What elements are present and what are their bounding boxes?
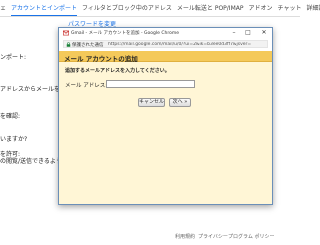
tab-partial[interactable]: ェ bbox=[0, 4, 6, 16]
window-title: Gmail - メール アカウントを追加 - Google Chrome bbox=[71, 31, 179, 36]
close-button[interactable]: ✕ bbox=[259, 28, 269, 38]
dialog-header: メール アカウントの追加 bbox=[59, 51, 272, 63]
check-mail-row-label: を確認: bbox=[0, 113, 21, 120]
secure-connection-label: 保護された通信 bbox=[72, 43, 104, 48]
maximize-button[interactable]: □ bbox=[243, 28, 253, 38]
dialog-instruction: 追加するメールアドレスを入力してください。 bbox=[65, 68, 170, 74]
dialog-body: 追加するメールアドレスを入力してください。 メール アドレス: キャンセル 次へ… bbox=[59, 62, 272, 204]
tabs-divider bbox=[0, 16, 300, 17]
question-row-label: いますか? bbox=[0, 136, 28, 143]
address-url: https://mail.google.com/mail/u/0/?ui=2&i… bbox=[108, 42, 252, 47]
import-row-label: ンポート: bbox=[0, 54, 27, 61]
tab-addons[interactable]: アドオン bbox=[248, 4, 272, 16]
footer-privacy-link[interactable]: プライバシー bbox=[198, 233, 228, 240]
cancel-button[interactable]: キャンセル bbox=[138, 98, 165, 107]
footer-program-policy-link[interactable]: プログラム ポリシー bbox=[228, 233, 274, 240]
minimize-button[interactable]: – bbox=[229, 28, 239, 38]
lock-icon bbox=[66, 42, 71, 47]
footer-terms-link[interactable]: 利用規約 bbox=[175, 233, 195, 240]
tab-filters[interactable]: フィルタとブロック中のアドレス bbox=[82, 4, 172, 16]
address-bar[interactable]: 保護された通信 https://mail.google.com/mail/u/0… bbox=[63, 40, 268, 48]
next-button[interactable]: 次へ » bbox=[169, 98, 191, 107]
tab-forwarding[interactable]: メール転送と POP/IMAP bbox=[177, 4, 244, 16]
window-titlebar[interactable]: Gmail - メール アカウントを追加 - Google Chrome – □… bbox=[59, 28, 272, 38]
settings-tabs: ェ アカウントとインポート フィルタとブロック中のアドレス メール転送と POP… bbox=[0, 4, 320, 16]
email-address-input[interactable] bbox=[106, 80, 195, 88]
email-address-label: メール アドレス: bbox=[65, 83, 108, 89]
gmail-icon bbox=[63, 30, 69, 36]
tab-advanced[interactable]: 詳細設定 bbox=[306, 4, 320, 16]
tab-chat[interactable]: チャット bbox=[278, 4, 302, 16]
chrome-popup-window: Gmail - メール アカウントを追加 - Google Chrome – □… bbox=[58, 27, 273, 205]
tab-accounts-import[interactable]: アカウントとインポート bbox=[11, 4, 78, 16]
